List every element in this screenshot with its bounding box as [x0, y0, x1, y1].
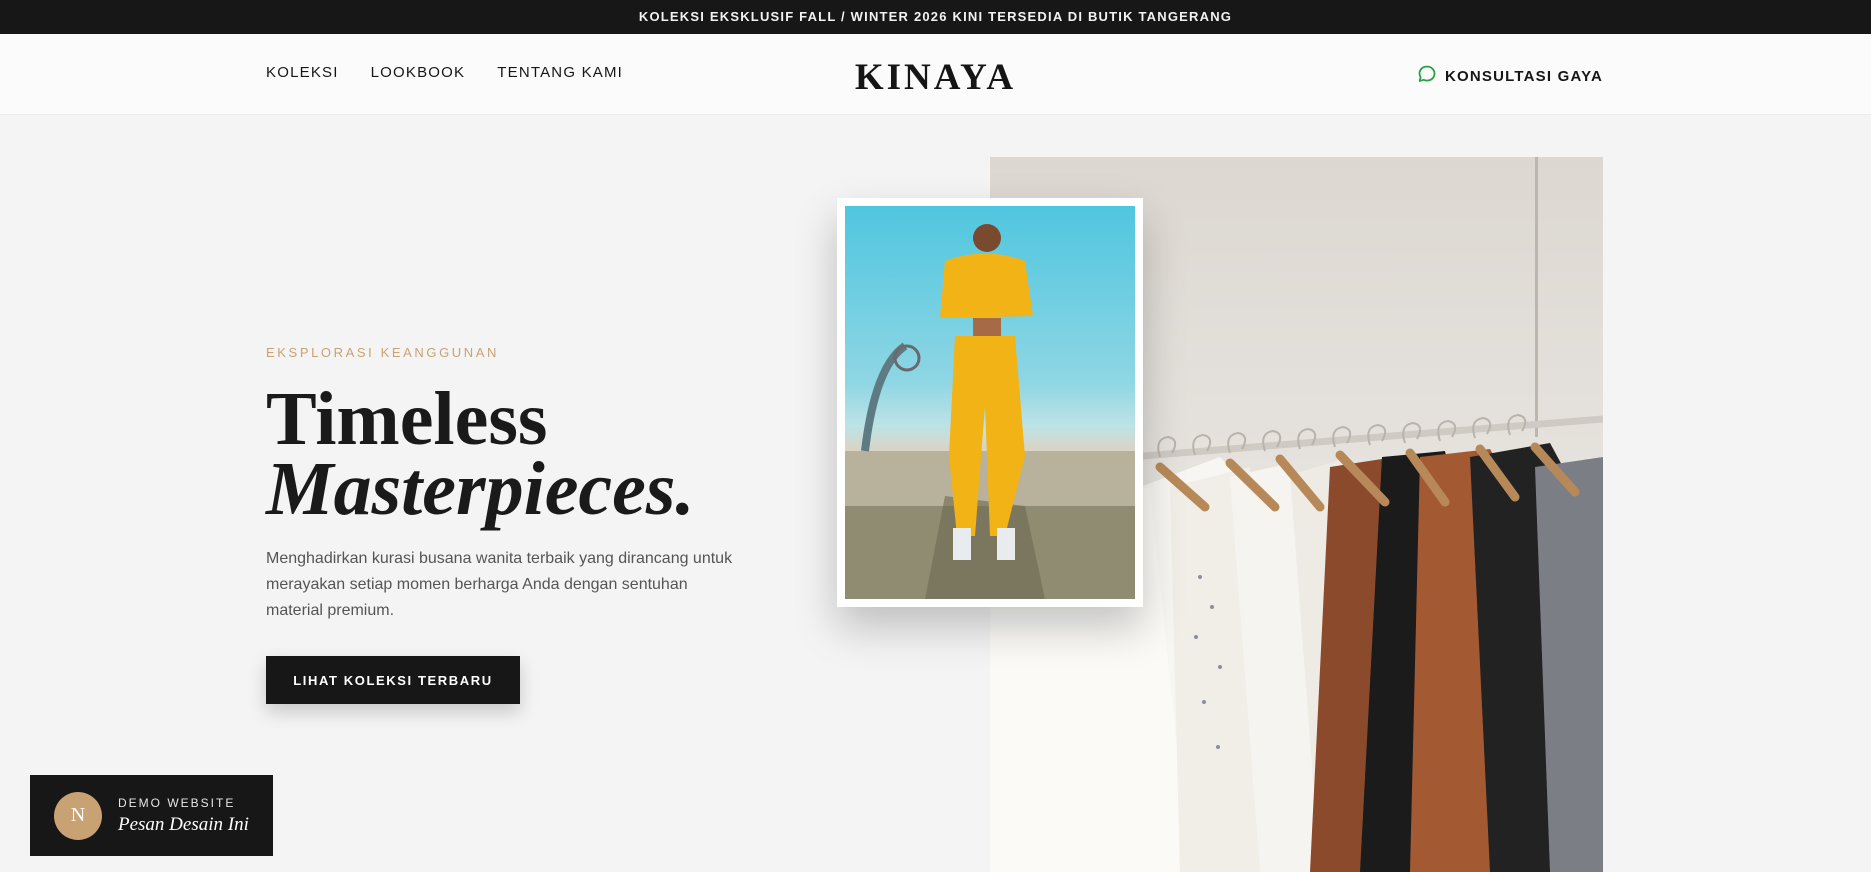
- avatar: N: [54, 791, 102, 840]
- demo-badge-text: DEMO WEBSITE Pesan Desain Ini: [118, 796, 249, 836]
- hero-eyebrow: EKSPLORASI KEANGGUNAN: [266, 345, 500, 360]
- hero-text-block: EKSPLORASI KEANGGUNAN Timeless Masterpie…: [266, 345, 746, 624]
- main-navbar: KOLEKSI LOOKBOOK TENTANG KAMI KINAYA KON…: [0, 34, 1871, 115]
- hero-headline-line2: Masterpieces.: [266, 447, 695, 531]
- announcement-text: KOLEKSI EKSKLUSIF FALL / WINTER 2026 KIN…: [638, 9, 1233, 24]
- consult-style-label: KONSULTASI GAYA: [1444, 67, 1603, 85]
- view-latest-collection-button[interactable]: LIHAT KOLEKSI TERBARU: [266, 656, 520, 704]
- hero-description: Menghadirkan kurasi busana wanita terbai…: [266, 550, 733, 619]
- announcement-bar: KOLEKSI EKSKLUSIF FALL / WINTER 2026 KIN…: [0, 0, 1871, 34]
- hero-headline-line1: Timeless: [266, 377, 548, 461]
- model-photo: [845, 206, 1135, 599]
- order-design-link[interactable]: Pesan Desain Ini: [118, 814, 249, 836]
- demo-label: DEMO WEBSITE: [118, 795, 236, 810]
- cta-label: LIHAT KOLEKSI TERBARU: [293, 672, 493, 688]
- featured-model-photo-frame: [837, 198, 1143, 607]
- demo-website-badge[interactable]: N DEMO WEBSITE Pesan Desain Ini: [30, 775, 273, 856]
- consult-style-button[interactable]: KONSULTASI GAYA: [1417, 64, 1603, 88]
- chat-bubble-icon: [1417, 64, 1437, 88]
- hero-headline: Timeless Masterpieces.: [266, 377, 746, 531]
